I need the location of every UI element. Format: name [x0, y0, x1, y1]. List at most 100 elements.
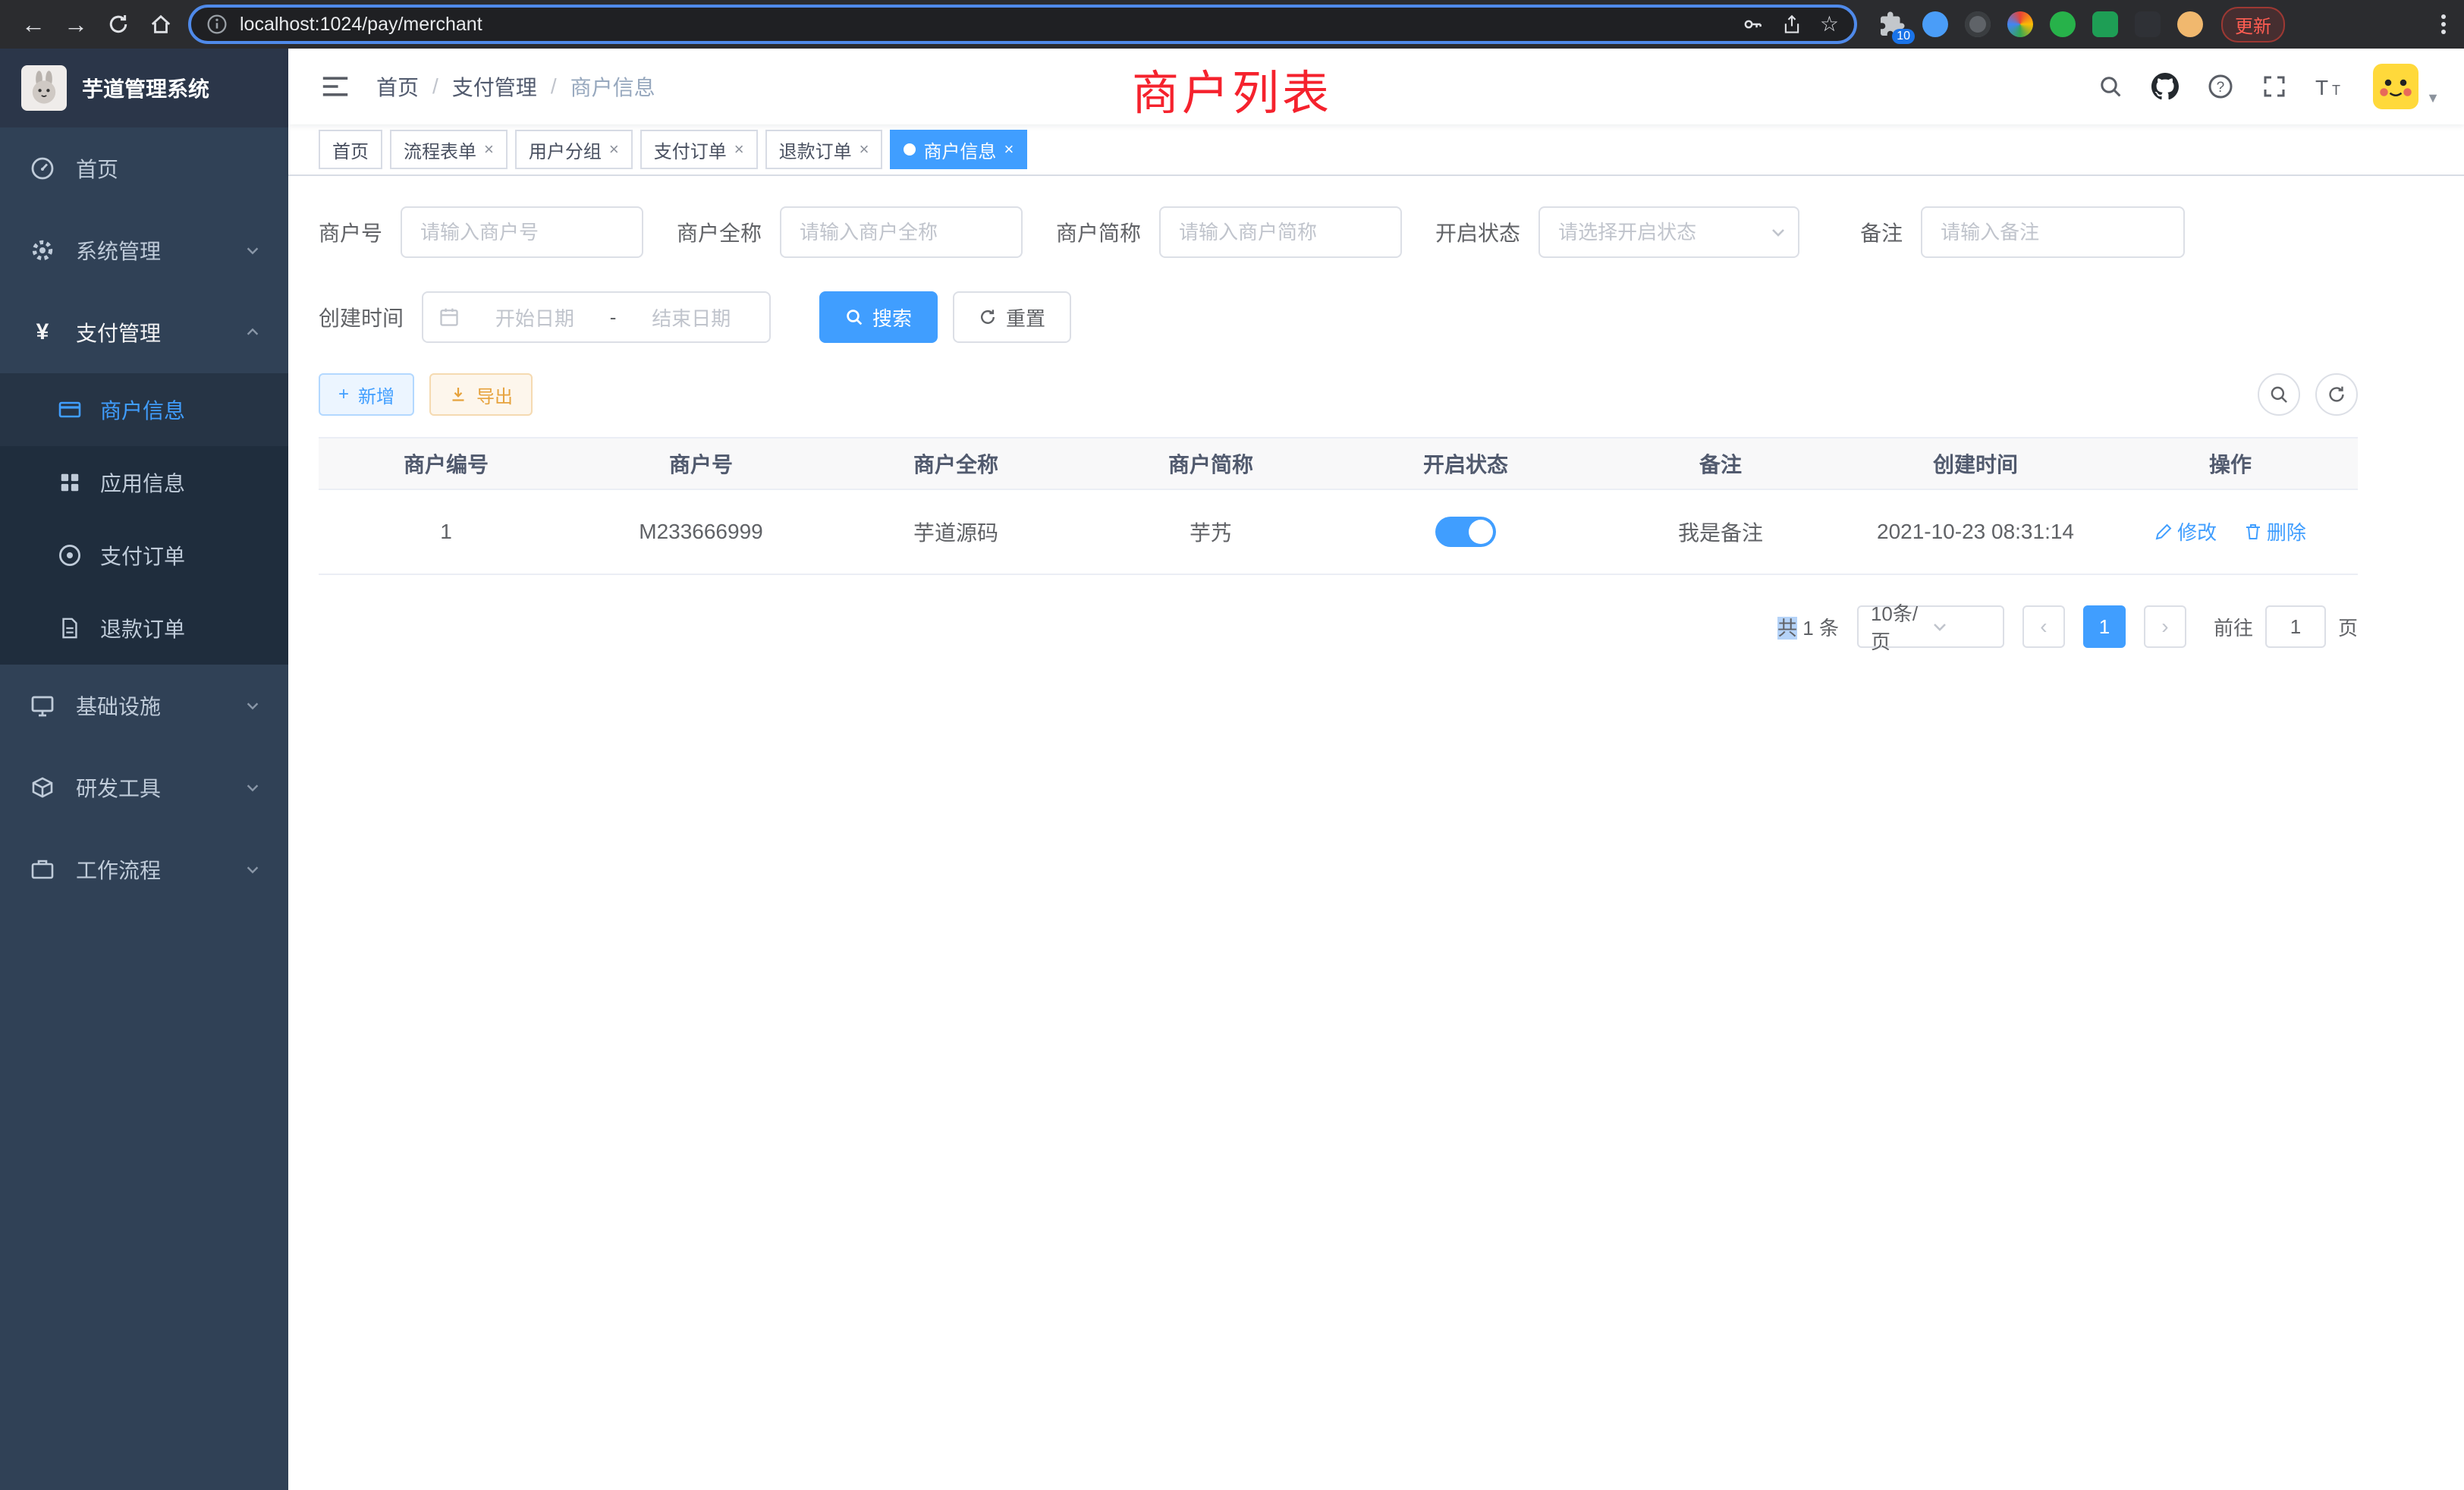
- col-remark: 备注: [1593, 438, 1848, 489]
- address-bar[interactable]: localhost:1024/pay/merchant ☆: [188, 5, 1857, 44]
- tab-pay-order[interactable]: 支付订单 ×: [640, 130, 758, 169]
- date-range-picker[interactable]: 开始日期 - 结束日期: [422, 291, 771, 343]
- tab-process-form[interactable]: 流程表单 ×: [390, 130, 508, 169]
- sidebar-subitem-app-info[interactable]: 应用信息: [0, 446, 288, 519]
- chevron-down-icon: [244, 779, 261, 796]
- reload-icon[interactable]: [97, 3, 140, 46]
- site-info-icon[interactable]: [206, 14, 228, 35]
- table-row: 1 M233666999 芋道源码 芋艿 我是备注 2021-10-23 08:…: [319, 489, 2358, 574]
- close-icon[interactable]: ×: [860, 141, 869, 158]
- sidebar-subitem-merchant-info[interactable]: 商户信息: [0, 373, 288, 446]
- cell-actions: 修改 删除: [2103, 489, 2358, 574]
- refresh-table-button[interactable]: [2315, 373, 2358, 416]
- chevron-up-icon: [244, 324, 261, 341]
- status-select-input[interactable]: [1538, 206, 1799, 258]
- next-page-button[interactable]: ›: [2144, 605, 2186, 648]
- bookmark-star-icon[interactable]: ☆: [1820, 14, 1839, 35]
- goto-label: 前往: [2214, 613, 2253, 641]
- forward-icon[interactable]: →: [55, 3, 97, 46]
- sidebar-item-label: 首页: [76, 153, 118, 184]
- close-icon[interactable]: ×: [609, 141, 619, 158]
- key-icon[interactable]: [1743, 14, 1764, 35]
- sidebar-subitem-label: 退款订单: [100, 613, 185, 643]
- tab-home[interactable]: 首页: [319, 130, 382, 169]
- date-start-placeholder[interactable]: 开始日期: [472, 303, 598, 332]
- pagination-total-count: 1: [1802, 617, 1813, 640]
- status-toggle[interactable]: [1435, 517, 1496, 547]
- sidebar-item-workflow[interactable]: 工作流程: [0, 828, 288, 910]
- field-merchant-no: 商户号: [319, 206, 643, 258]
- col-short-name: 商户简称: [1083, 438, 1338, 489]
- chevron-down-icon: [244, 697, 261, 714]
- main-area: 首页 / 支付管理 / 商户信息 ?: [288, 49, 2464, 1490]
- tab-refund-order[interactable]: 退款订单 ×: [765, 130, 883, 169]
- cell-short-name: 芋艿: [1083, 489, 1338, 574]
- reset-button[interactable]: 重置: [953, 291, 1071, 343]
- remark-input[interactable]: [1921, 206, 2185, 258]
- cell-status: [1338, 489, 1593, 574]
- extension-icon-green-circle[interactable]: [2050, 11, 2076, 37]
- pencil-icon: [2154, 523, 2173, 541]
- sidebar-subitem-refund-order[interactable]: 退款订单: [0, 592, 288, 665]
- export-button[interactable]: 导出: [429, 373, 533, 416]
- sidebar-subitem-pay-order[interactable]: 支付订单: [0, 519, 288, 592]
- merchant-table: 商户编号 商户号 商户全称 商户简称 开启状态 备注 创建时间 操作 1: [319, 437, 2358, 575]
- extension-icon-green-square[interactable]: [2092, 11, 2118, 37]
- extension-icon-face[interactable]: [2177, 11, 2203, 37]
- search-button[interactable]: 搜索: [819, 291, 938, 343]
- page-1-button[interactable]: 1: [2083, 605, 2126, 648]
- sidebar-item-dev-tools[interactable]: 研发工具: [0, 747, 288, 828]
- share-icon[interactable]: [1782, 14, 1802, 34]
- help-icon[interactable]: ?: [2208, 74, 2233, 99]
- page-size-select[interactable]: 10条/页: [1857, 605, 2004, 648]
- sidebar-item-home[interactable]: 首页: [0, 127, 288, 209]
- tab-label: 首页: [332, 137, 369, 163]
- status-select[interactable]: [1538, 206, 1799, 258]
- browser-menu-icon[interactable]: [2441, 14, 2446, 34]
- hamburger-icon[interactable]: [322, 75, 349, 98]
- merchant-no-input[interactable]: [401, 206, 643, 258]
- extension-icon-dark-square[interactable]: [2135, 11, 2161, 37]
- tab-merchant-info[interactable]: 商户信息 ×: [890, 130, 1027, 169]
- delete-link[interactable]: 删除: [2244, 517, 2306, 545]
- sidebar: 芋道管理系统 首页 系统管理 ¥ 支付管理: [0, 49, 288, 1490]
- merchant-full-name-input[interactable]: [780, 206, 1023, 258]
- tab-label: 支付订单: [654, 137, 727, 163]
- search-icon[interactable]: [2098, 74, 2123, 99]
- browser-update-button[interactable]: 更新: [2221, 7, 2285, 42]
- avatar[interactable]: [2373, 64, 2418, 109]
- home-icon[interactable]: [140, 3, 182, 46]
- goto-page-input[interactable]: [2265, 605, 2326, 648]
- add-button[interactable]: + 新增: [319, 373, 414, 416]
- prev-page-button[interactable]: ‹: [2022, 605, 2065, 648]
- close-icon[interactable]: ×: [1004, 141, 1014, 158]
- sidebar-logo[interactable]: 芋道管理系统: [0, 49, 288, 127]
- sidebar-item-system[interactable]: 系统管理: [0, 209, 288, 291]
- field-label: 商户全称: [677, 217, 762, 247]
- breadcrumb-item-home[interactable]: 首页: [376, 71, 419, 102]
- close-icon[interactable]: ×: [484, 141, 494, 158]
- breadcrumb-item-payment[interactable]: 支付管理: [452, 71, 537, 102]
- extension-icon-multicolor[interactable]: [2007, 11, 2033, 37]
- extensions-puzzle-icon[interactable]: 10: [1878, 11, 1906, 38]
- font-size-icon[interactable]: TT: [2315, 75, 2344, 98]
- edit-link[interactable]: 修改: [2154, 517, 2217, 545]
- sidebar-item-label: 支付管理: [76, 317, 161, 347]
- github-icon[interactable]: [2151, 73, 2179, 100]
- show-search-button[interactable]: [2258, 373, 2300, 416]
- svg-text:T: T: [2315, 76, 2328, 98]
- extension-icon-blue[interactable]: [1922, 11, 1948, 37]
- sidebar-item-payment[interactable]: ¥ 支付管理: [0, 291, 288, 373]
- user-menu[interactable]: ▼: [2373, 64, 2440, 109]
- sidebar-item-infrastructure[interactable]: 基础设施: [0, 665, 288, 747]
- back-icon[interactable]: ←: [12, 3, 55, 46]
- date-end-placeholder[interactable]: 结束日期: [628, 303, 754, 332]
- merchant-short-name-input[interactable]: [1159, 206, 1402, 258]
- filter-row-2: 创建时间 开始日期 - 结束日期: [319, 291, 2358, 343]
- close-icon[interactable]: ×: [734, 141, 744, 158]
- field-label: 开启状态: [1435, 217, 1520, 247]
- tab-user-group[interactable]: 用户分组 ×: [515, 130, 633, 169]
- screen: ← → localhost:1024/pay/merchant ☆: [0, 0, 2464, 1490]
- fullscreen-icon[interactable]: [2262, 74, 2286, 99]
- extension-icon-gray[interactable]: [1965, 11, 1991, 37]
